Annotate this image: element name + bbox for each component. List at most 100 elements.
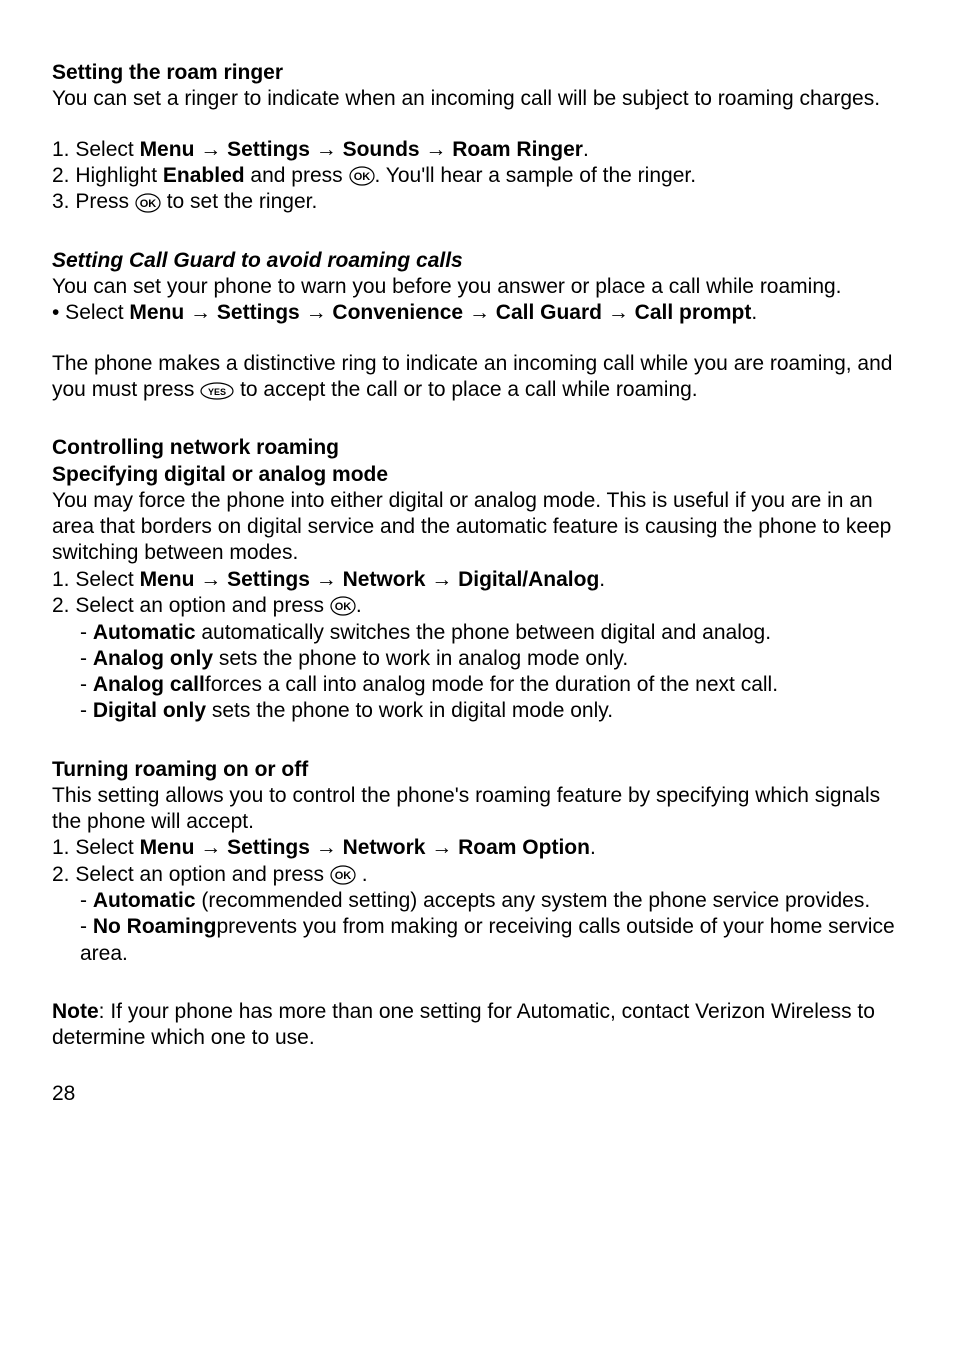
dash: - bbox=[80, 647, 93, 670]
convenience-label: Convenience bbox=[332, 301, 463, 324]
settings-label: Settings bbox=[227, 568, 310, 591]
text: . bbox=[590, 836, 596, 859]
opt-automatic-roam: - Automatic (recommended setting) accept… bbox=[52, 888, 902, 914]
text: sets the phone to work in digital mode o… bbox=[206, 699, 613, 722]
text: 2. Select an option and press bbox=[52, 863, 330, 886]
arrow-icon: → bbox=[602, 301, 635, 324]
menu-label: Menu bbox=[129, 301, 184, 324]
text: . bbox=[751, 301, 757, 324]
svg-text:OK: OK bbox=[335, 870, 352, 882]
automatic-label: Automatic bbox=[93, 621, 196, 644]
svg-text:OK: OK bbox=[353, 171, 370, 183]
text: automatically switches the phone between… bbox=[196, 621, 772, 644]
intro-roaming-onoff: This setting allows you to control the p… bbox=[52, 783, 902, 836]
text: • Select bbox=[52, 301, 129, 324]
bullet-call-guard: • Select Menu → Settings → Convenience →… bbox=[52, 300, 902, 326]
svg-text:OK: OK bbox=[140, 198, 157, 210]
step1-roam: 1. Select Menu → Settings → Network → Ro… bbox=[52, 835, 902, 861]
text: 3. Press bbox=[52, 190, 135, 213]
ok-button-icon: OK bbox=[135, 190, 161, 216]
text: (recommended setting) accepts any system… bbox=[196, 889, 871, 912]
heading-roaming-onoff: Turning roaming on or off bbox=[52, 757, 902, 783]
opt-no-roaming: - No Roamingprevents you from making or … bbox=[52, 914, 902, 967]
opt-analog-only: - Analog only sets the phone to work in … bbox=[52, 646, 902, 672]
opt-analog-call: - Analog callforces a call into analog m… bbox=[52, 672, 902, 698]
text: 1. Select bbox=[52, 138, 140, 161]
svg-text:YES: YES bbox=[208, 387, 226, 397]
yes-button-icon: YES bbox=[200, 377, 234, 403]
arrow-icon: → bbox=[310, 138, 343, 161]
text: 1. Select bbox=[52, 568, 140, 591]
arrow-icon: → bbox=[425, 836, 458, 859]
text: . bbox=[583, 138, 589, 161]
ok-button-icon: OK bbox=[330, 593, 356, 619]
arrow-icon: → bbox=[194, 836, 227, 859]
intro-roam-ringer: You can set a ringer to indicate when an… bbox=[52, 86, 902, 112]
text: . bbox=[356, 594, 362, 617]
ok-button-icon: OK bbox=[349, 163, 375, 189]
arrow-icon: → bbox=[425, 568, 458, 591]
network-label: Network bbox=[343, 836, 426, 859]
heading-roam-ringer: Setting the roam ringer bbox=[52, 60, 902, 86]
arrow-icon: → bbox=[194, 568, 227, 591]
para-call-guard: The phone makes a distinctive ring to in… bbox=[52, 351, 902, 404]
section-call-guard: Setting Call Guard to avoid roaming call… bbox=[52, 248, 902, 404]
call-guard-label: Call Guard bbox=[496, 301, 602, 324]
note: Note: If your phone has more than one se… bbox=[52, 999, 902, 1052]
settings-label: Settings bbox=[217, 301, 300, 324]
step2-da: 2. Select an option and press OK. bbox=[52, 593, 902, 620]
digital-only-label: Digital only bbox=[93, 699, 206, 722]
menu-label: Menu bbox=[140, 568, 195, 591]
heading-call-guard: Setting Call Guard to avoid roaming call… bbox=[52, 248, 902, 274]
arrow-icon: → bbox=[184, 301, 217, 324]
sounds-label: Sounds bbox=[343, 138, 420, 161]
svg-text:OK: OK bbox=[335, 601, 352, 613]
heading-controlling: Controlling network roaming bbox=[52, 435, 902, 461]
text: and press bbox=[245, 164, 349, 187]
dash: - bbox=[80, 621, 93, 644]
intro-call-guard: You can set your phone to warn you befor… bbox=[52, 274, 902, 300]
no-roaming-label: No Roaming bbox=[93, 915, 217, 938]
arrow-icon: → bbox=[300, 301, 333, 324]
arrow-icon: → bbox=[194, 138, 227, 161]
arrow-icon: → bbox=[310, 836, 343, 859]
menu-label: Menu bbox=[140, 138, 195, 161]
network-label: Network bbox=[343, 568, 426, 591]
automatic-label: Automatic bbox=[93, 889, 196, 912]
roam-ringer-label: Roam Ringer bbox=[452, 138, 583, 161]
ok-button-icon: OK bbox=[330, 862, 356, 888]
dash: - bbox=[80, 699, 93, 722]
digital-analog-label: Digital/Analog bbox=[458, 568, 599, 591]
dash: - bbox=[80, 673, 93, 696]
arrow-icon: → bbox=[310, 568, 343, 591]
text: 1. Select bbox=[52, 836, 140, 859]
menu-label: Menu bbox=[140, 836, 195, 859]
note-text: : If your phone has more than one settin… bbox=[52, 1000, 875, 1049]
note-label: Note bbox=[52, 1000, 99, 1023]
step2-roam: 2. Select an option and press OK . bbox=[52, 862, 902, 889]
text: to set the ringer. bbox=[161, 190, 317, 213]
call-prompt-label: Call prompt bbox=[635, 301, 752, 324]
text: sets the phone to work in analog mode on… bbox=[213, 647, 628, 670]
intro-digital-analog: You may force the phone into either digi… bbox=[52, 488, 902, 567]
analog-only-label: Analog only bbox=[93, 647, 213, 670]
section-roaming-onoff: Turning roaming on or off This setting a… bbox=[52, 757, 902, 967]
settings-label: Settings bbox=[227, 138, 310, 161]
opt-digital-only: - Digital only sets the phone to work in… bbox=[52, 698, 902, 724]
roam-option-label: Roam Option bbox=[458, 836, 590, 859]
heading-digital-analog: Specifying digital or analog mode bbox=[52, 462, 902, 488]
text: 2. Select an option and press bbox=[52, 594, 330, 617]
text: . bbox=[599, 568, 605, 591]
text: forces a call into analog mode for the d… bbox=[205, 673, 778, 696]
settings-label: Settings bbox=[227, 836, 310, 859]
step2: 2. Highlight Enabled and press OK. You'l… bbox=[52, 163, 902, 190]
enabled-label: Enabled bbox=[163, 164, 245, 187]
section-network-roaming: Controlling network roaming Specifying d… bbox=[52, 435, 902, 724]
opt-automatic: - Automatic automatically switches the p… bbox=[52, 620, 902, 646]
text: 2. Highlight bbox=[52, 164, 163, 187]
text: . bbox=[356, 863, 368, 886]
arrow-icon: → bbox=[420, 138, 453, 161]
section-roam-ringer: Setting the roam ringer You can set a ri… bbox=[52, 60, 902, 216]
text: to accept the call or to place a call wh… bbox=[234, 378, 697, 401]
step3: 3. Press OK to set the ringer. bbox=[52, 189, 902, 216]
